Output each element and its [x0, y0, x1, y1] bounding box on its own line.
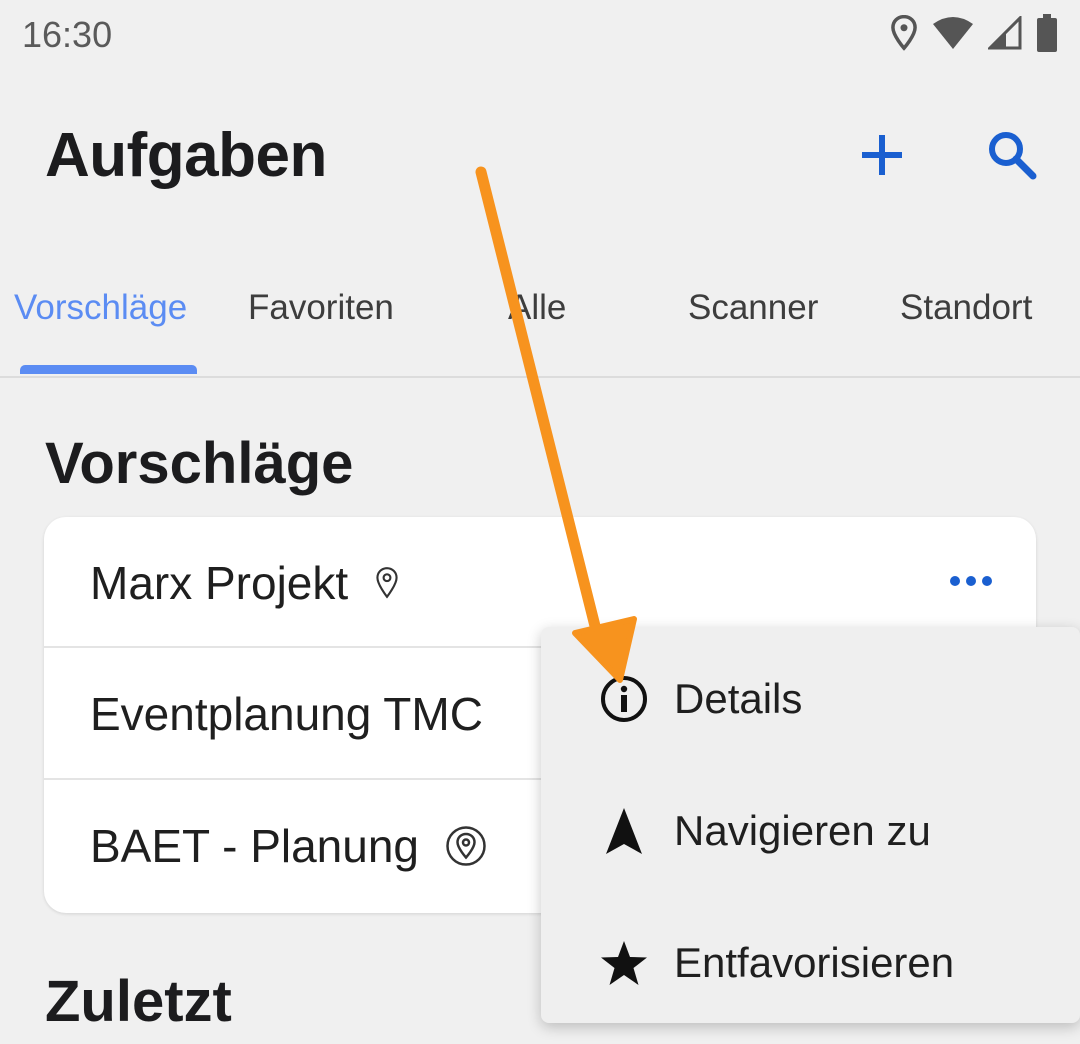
page-title: Aufgaben: [45, 121, 327, 190]
location-pin-outline-icon: [374, 566, 400, 600]
list-item-label: BAET - Planung: [90, 819, 420, 872]
menu-item-navigate[interactable]: Navigieren zu: [541, 765, 1080, 897]
tab-bar: Vorschläge Favoriten Alle Scanner Stando…: [0, 272, 1080, 378]
section-title-suggestions: Vorschläge: [45, 431, 354, 496]
add-icon: [862, 135, 902, 175]
search-button[interactable]: [980, 123, 1044, 187]
status-time: 16:30: [22, 14, 113, 55]
list-item-label: Eventplanung TMC: [90, 687, 483, 740]
menu-item-label: Details: [674, 675, 803, 722]
signal-icon: [986, 14, 1022, 55]
location-icon: [890, 14, 918, 56]
tab-vorschlaege[interactable]: Vorschläge: [14, 288, 187, 328]
list-item-label: Marx Projekt: [90, 556, 349, 609]
add-button[interactable]: [850, 123, 914, 187]
menu-item-unfavorite[interactable]: Entfavorisieren: [541, 897, 1080, 1029]
info-icon: [597, 672, 651, 726]
section-title-recent: Zuletzt: [45, 969, 232, 1034]
battery-icon: [1036, 14, 1058, 57]
tab-standort[interactable]: Standort: [900, 288, 1032, 328]
status-bar: 16:30: [0, 0, 1080, 70]
navigation-arrow-icon: [597, 804, 651, 858]
menu-item-label: Entfavorisieren: [674, 939, 955, 986]
tab-favoriten[interactable]: Favoriten: [248, 288, 394, 328]
context-menu: Details Navigieren zu Entfavorisieren: [541, 627, 1080, 1023]
status-icons: [890, 14, 1058, 57]
active-tab-indicator: [20, 365, 197, 374]
menu-item-details[interactable]: Details: [541, 633, 1080, 765]
location-pin-circle-icon: [445, 825, 487, 867]
tab-scanner[interactable]: Scanner: [688, 288, 818, 328]
tab-alle[interactable]: Alle: [508, 288, 566, 328]
menu-item-label: Navigieren zu: [674, 807, 931, 854]
more-options-button[interactable]: [946, 561, 996, 601]
search-icon: [989, 132, 1037, 180]
star-icon: [597, 936, 651, 990]
more-dots-icon: [950, 576, 960, 586]
wifi-icon: [932, 15, 974, 56]
